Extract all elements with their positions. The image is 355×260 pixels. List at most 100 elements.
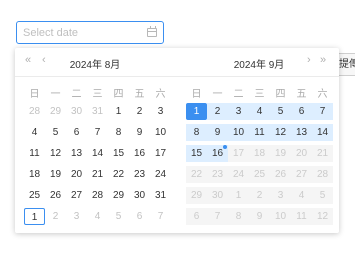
calendar-day[interactable]: 5: [45, 124, 66, 141]
calendar-day[interactable]: 20: [66, 166, 87, 183]
calendar-day[interactable]: 2: [129, 103, 150, 120]
calendar-day[interactable]: 2: [45, 208, 66, 225]
calendar-day[interactable]: 19: [45, 166, 66, 183]
calendar-day[interactable]: 5: [270, 103, 291, 120]
calendar-day[interactable]: 25: [24, 187, 45, 204]
calendar-day[interactable]: 13: [291, 124, 312, 141]
calendar-day[interactable]: 4: [249, 103, 270, 120]
calendar-day: 18: [249, 145, 270, 162]
calendar-day: 8: [228, 208, 249, 225]
calendar-day[interactable]: 26: [45, 187, 66, 204]
date-range-picker-popup: « ‹ 2024年 8月 日一二三四五六 28 29 30 31 1 2 3 4 5 6 7 8 9 10 1…: [15, 48, 339, 233]
weekday-header: 三: [254, 89, 265, 100]
calendar-day[interactable]: 9: [129, 124, 150, 141]
calendar-day: 19: [270, 145, 291, 162]
calendar-day[interactable]: 30: [66, 103, 87, 120]
calendar-day[interactable]: 28: [24, 103, 45, 120]
weekday-header: 日: [29, 89, 40, 100]
calendar-day[interactable]: 9: [207, 124, 228, 141]
calendar-day: 17: [228, 145, 249, 162]
calendar-day[interactable]: 6: [291, 103, 312, 120]
calendar-day: 12: [312, 208, 333, 225]
calendar-day: 28: [312, 166, 333, 183]
calendar-day: 4: [291, 187, 312, 204]
calendar-day: 30: [207, 187, 228, 204]
calendar-day: 20: [291, 145, 312, 162]
calendar-day: 7: [207, 208, 228, 225]
calendar-day[interactable]: 22: [108, 166, 129, 183]
calendar-day[interactable]: 31: [87, 103, 108, 120]
calendar-day[interactable]: 24: [150, 166, 171, 183]
calendar-day[interactable]: 1: [24, 208, 45, 225]
calendar-day[interactable]: 1: [186, 103, 207, 120]
next-month-icon[interactable]: ›: [307, 54, 311, 66]
weekday-header: 二: [233, 89, 244, 100]
calendar-day[interactable]: 1: [108, 103, 129, 120]
calendar-day: 3: [270, 187, 291, 204]
calendar-day: 11: [291, 208, 312, 225]
calendar-day[interactable]: 18: [24, 166, 45, 183]
date-input-box[interactable]: [16, 21, 164, 44]
calendar-day: 26: [270, 166, 291, 183]
calendar-day: 6: [186, 208, 207, 225]
calendar-day[interactable]: 4: [24, 124, 45, 141]
calendar-day: 27: [291, 166, 312, 183]
calendar-day: 10: [270, 208, 291, 225]
calendar-day[interactable]: 7: [150, 208, 171, 225]
calendar-day[interactable]: 3: [228, 103, 249, 120]
calendar-day[interactable]: 16: [207, 145, 228, 162]
calendar-day: 22: [186, 166, 207, 183]
calendar-day[interactable]: 7: [312, 103, 333, 120]
weekday-header: 三: [92, 89, 103, 100]
calendar-day[interactable]: 21: [87, 166, 108, 183]
calendar-day[interactable]: 16: [129, 145, 150, 162]
calendar-day[interactable]: 27: [66, 187, 87, 204]
weekday-header: 一: [50, 89, 61, 100]
calendar-day[interactable]: 29: [108, 187, 129, 204]
calendar-day: 9: [249, 208, 270, 225]
right-month-title[interactable]: 2024年 9月: [179, 56, 339, 71]
calendar-day[interactable]: 14: [312, 124, 333, 141]
calendar-day[interactable]: 15: [186, 145, 207, 162]
date-input[interactable]: [23, 25, 141, 40]
calendar-day: 2: [249, 187, 270, 204]
calendar-day[interactable]: 3: [150, 103, 171, 120]
calendar-day[interactable]: 3: [66, 208, 87, 225]
calendar-day[interactable]: 11: [24, 145, 45, 162]
calendar-day[interactable]: 6: [66, 124, 87, 141]
weekday-header: 日: [191, 89, 202, 100]
calendar-day[interactable]: 12: [270, 124, 291, 141]
calendar-icon[interactable]: [147, 26, 157, 37]
calendar-day[interactable]: 6: [129, 208, 150, 225]
calendar-day[interactable]: 4: [87, 208, 108, 225]
calendar-day[interactable]: 29: [45, 103, 66, 120]
calendar-day[interactable]: 31: [150, 187, 171, 204]
calendar-day: 5: [312, 187, 333, 204]
left-month-title[interactable]: 2024年 8月: [15, 56, 175, 71]
calendar-day[interactable]: 30: [129, 187, 150, 204]
calendar-day[interactable]: 15: [108, 145, 129, 162]
calendar-day[interactable]: 11: [249, 124, 270, 141]
calendar-day[interactable]: 8: [186, 124, 207, 141]
weekday-header: 四: [113, 89, 124, 100]
weekday-header: 六: [317, 89, 328, 100]
calendar-day[interactable]: 5: [108, 208, 129, 225]
calendar-day[interactable]: 2: [207, 103, 228, 120]
calendar-day[interactable]: 8: [108, 124, 129, 141]
calendar-day[interactable]: 10: [150, 124, 171, 141]
calendar-day[interactable]: 14: [87, 145, 108, 162]
calendar-header-left: « ‹ 2024年 8月: [15, 48, 175, 74]
calendar-header-right: 2024年 9月 › »: [179, 48, 339, 74]
next-year-icon[interactable]: »: [320, 54, 326, 66]
calendar-day[interactable]: 17: [150, 145, 171, 162]
calendar-day[interactable]: 10: [228, 124, 249, 141]
weekday-header: 六: [155, 89, 166, 100]
calendar-day: 23: [207, 166, 228, 183]
weekday-header: 二: [71, 89, 82, 100]
calendar-day[interactable]: 28: [87, 187, 108, 204]
weekday-header: 五: [296, 89, 307, 100]
calendar-day[interactable]: 7: [87, 124, 108, 141]
calendar-day[interactable]: 12: [45, 145, 66, 162]
calendar-day[interactable]: 23: [129, 166, 150, 183]
calendar-day[interactable]: 13: [66, 145, 87, 162]
